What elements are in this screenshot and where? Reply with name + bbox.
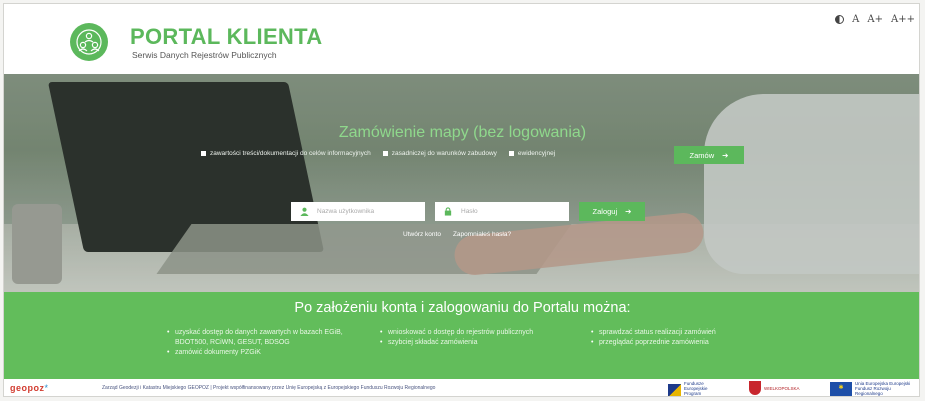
- checkbox[interactable]: [508, 151, 514, 156]
- arrow-right-icon: ➔: [625, 207, 632, 216]
- checkbox[interactable]: [201, 151, 206, 156]
- password-placeholder: Hasło: [461, 208, 478, 215]
- list-item: przeglądać poprzednie zamówienia: [591, 338, 761, 348]
- list-item: wnioskować o dostęp do rejestrów publicz…: [380, 328, 580, 338]
- option-label: ewidencyjnej: [517, 150, 556, 157]
- account-links: Utwórz konto Zapomniałeś hasła?: [403, 231, 511, 238]
- order-button-label: Zamów: [689, 150, 715, 160]
- header: PORTAL KLIENTA Serwis Danych Rejestrów P…: [4, 4, 919, 72]
- map-type-option-zoning[interactable]: zasadniczej do warunków zabudowy: [382, 150, 497, 157]
- username-placeholder: Nazwa użytkownika: [317, 208, 375, 215]
- checkbox[interactable]: [382, 151, 388, 156]
- option-label: zasadniczej do warunków zabudowy: [391, 150, 497, 157]
- list-item: szybciej składać zamówienia: [380, 338, 580, 348]
- map-type-options: zawartości treści/dokumentacji do celów …: [201, 150, 555, 157]
- geopoz-logo[interactable]: geopoz*: [10, 383, 49, 393]
- login-button[interactable]: Zaloguj ➔: [579, 202, 645, 221]
- map-type-option-informational[interactable]: zawartości treści/dokumentacji do celów …: [201, 150, 371, 157]
- order-button[interactable]: Zamów ➔: [674, 146, 744, 164]
- contrast-icon[interactable]: [835, 15, 845, 24]
- region-logo: WIELKOPOLSKA: [749, 381, 802, 395]
- hero-overlay: [4, 74, 919, 292]
- username-field[interactable]: Nazwa użytkownika: [291, 202, 425, 221]
- font-size-xlarge[interactable]: A++: [891, 14, 915, 25]
- list-item: sprawdzać status realizacji zamówień: [591, 328, 761, 338]
- eu-logo: ✱ Unia Europejska Europejski Fundusz Roz…: [830, 381, 911, 396]
- list-item: zamówić dokumenty PZGiK: [167, 348, 377, 358]
- password-field[interactable]: Hasło: [435, 202, 569, 221]
- arrow-right-icon: ➔: [722, 150, 729, 160]
- footer: geopoz* Zarząd Geodezji i Katastru Miejs…: [4, 379, 919, 396]
- eu-flag-icon: ✱: [830, 381, 852, 396]
- features-list-3: sprawdzać status realizacji zamówień prz…: [591, 328, 761, 348]
- font-size-normal[interactable]: A: [852, 14, 859, 25]
- accessibility-controls: A A+ A++: [835, 14, 915, 25]
- login-button-label: Zaloguj: [592, 207, 618, 216]
- page: PORTAL KLIENTA Serwis Danych Rejestrów P…: [3, 3, 920, 397]
- features-title: Po założeniu konta i zalogowaniu do Port…: [294, 300, 631, 316]
- font-size-large[interactable]: A+: [867, 14, 883, 25]
- map-type-option-cadastral[interactable]: ewidencyjnej: [508, 150, 556, 157]
- register-link[interactable]: Utwórz konto: [403, 231, 441, 238]
- user-icon: [291, 202, 317, 221]
- features-list-1: uzyskać dostęp do danych zawartych w baz…: [167, 328, 377, 358]
- features-band: Po założeniu konta i zalogowaniu do Port…: [4, 292, 919, 379]
- lock-icon: [435, 202, 461, 221]
- forgot-password-link[interactable]: Zapomniałeś hasła?: [453, 231, 511, 238]
- map-order-title: Zamówienie mapy (bez logowania): [338, 124, 587, 141]
- option-label: zawartości treści/dokumentacji do celów …: [210, 150, 371, 157]
- eu-funds-logo: Fundusze Europejskie Program Regionalny: [668, 381, 716, 396]
- page-subtitle: Serwis Danych Rejestrów Publicznych: [132, 50, 277, 60]
- page-title[interactable]: PORTAL KLIENTA: [130, 24, 322, 50]
- hero-section: Zamówienie mapy (bez logowania) zawartoś…: [4, 74, 919, 292]
- features-list-2: wnioskować o dostęp do rejestrów publicz…: [380, 328, 580, 348]
- list-item: uzyskać dostęp do danych zawartych w baz…: [167, 328, 377, 348]
- people-network-icon[interactable]: [70, 23, 108, 61]
- region-crest-icon: [749, 381, 761, 395]
- eu-funds-icon: [668, 384, 681, 396]
- footer-text: Zarząd Geodezji i Katastru Miejskiego GE…: [102, 385, 436, 391]
